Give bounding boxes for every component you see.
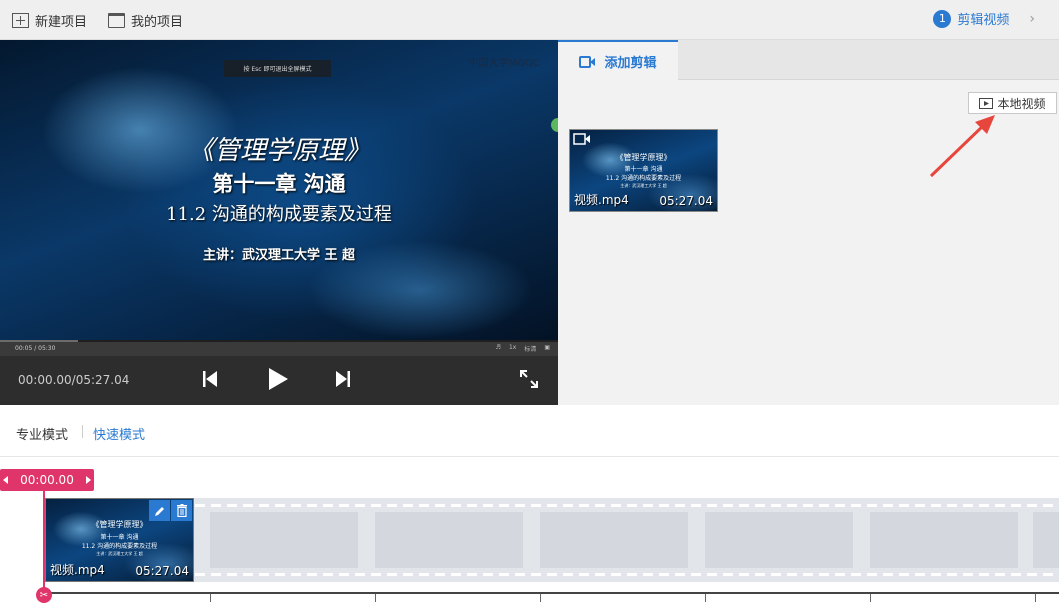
folder-icon xyxy=(108,12,125,28)
local-video-label: 本地视频 xyxy=(997,96,1046,111)
chevron-right-icon: › xyxy=(1029,10,1035,27)
ruler-tick xyxy=(375,594,376,602)
video-title-line-3: 11.2 沟通的构成要素及过程 xyxy=(166,204,392,225)
ruler-tick xyxy=(1035,594,1036,602)
playhead[interactable] xyxy=(43,491,45,591)
timecode: 00:00.00 xyxy=(20,473,74,487)
timeline-clip-mini-sub1: 第十一章 沟通 xyxy=(100,534,139,541)
tab-add-clip[interactable]: 添加剪辑 xyxy=(558,40,678,81)
empty-slot xyxy=(210,512,358,568)
add-icon xyxy=(12,12,29,28)
ruler-tick xyxy=(540,594,541,602)
clip-duration: 05:27.04 xyxy=(659,194,713,208)
clip-mini-sub3: 主讲：武汉理工大学 王 超 xyxy=(620,183,667,188)
clip-panel: 添加剪辑 本地视频 《管理学原理》 第十一章 沟通 11.2 沟通的构成要素及过… xyxy=(558,40,1059,405)
video-title-line-2: 第十一章 沟通 xyxy=(212,171,346,196)
embedded-quality: 标清 xyxy=(524,346,537,353)
mode-divider xyxy=(82,425,83,438)
film-holes-bottom xyxy=(195,573,1059,576)
video-player: 按 Esc 即可退出全屏模式 中国大学MOOC 《管理学原理》 第十一章 沟通 … xyxy=(0,40,558,405)
watermark: 中国大学MOOC xyxy=(468,58,540,69)
empty-slot xyxy=(375,512,523,568)
timeline-track[interactable] xyxy=(45,498,1059,582)
empty-slot xyxy=(870,512,1018,568)
next-icon[interactable] xyxy=(336,370,350,388)
annotation-arrow-icon xyxy=(929,115,995,178)
video-title-line-4: 主讲：武汉理工大学 王 超 xyxy=(202,248,356,263)
play-icon[interactable] xyxy=(268,368,288,390)
step-indicator[interactable]: 1 剪辑视频 › xyxy=(933,9,1035,28)
timecode-marker[interactable]: 00:00.00 xyxy=(0,469,94,491)
clip-mini-sub2: 11.2 沟通的构成要素及过程 xyxy=(605,175,682,182)
embedded-volume-icon: ♬ xyxy=(495,344,501,351)
timeline-clip[interactable]: 《管理学原理》 第十一章 沟通 11.2 沟通的构成要素及过程 主讲：武汉理工大… xyxy=(45,498,194,582)
local-video-button[interactable]: 本地视频 xyxy=(968,92,1057,114)
embedded-speed: 1x xyxy=(508,344,517,351)
clip-mini-title: 《管理学原理》 xyxy=(615,153,672,162)
empty-slot xyxy=(705,512,853,568)
clip-actions xyxy=(149,500,192,521)
empty-slot xyxy=(1033,512,1059,568)
ruler-tick xyxy=(705,594,706,602)
play-box-icon xyxy=(979,97,994,109)
fullscreen-icon[interactable] xyxy=(520,370,538,388)
embedded-time: 00:05 / 05:30 xyxy=(15,345,56,352)
tab-add-clip-label: 添加剪辑 xyxy=(604,56,657,71)
film-holes-top xyxy=(195,504,1059,507)
timeline-clip-duration: 05:27.04 xyxy=(135,564,189,578)
embedded-fullscreen-icon: ▣ xyxy=(544,344,550,351)
edit-button[interactable] xyxy=(149,500,170,521)
video-camera-icon xyxy=(573,133,590,145)
embedded-progress-fill xyxy=(0,340,78,342)
ruler-tick xyxy=(870,594,871,602)
my-projects-label: 我的项目 xyxy=(131,14,184,30)
clip-mini-sub1: 第十一章 沟通 xyxy=(624,166,663,173)
video-frame[interactable]: 按 Esc 即可退出全屏模式 中国大学MOOC 《管理学原理》 第十一章 沟通 … xyxy=(0,40,558,340)
trash-icon xyxy=(176,504,187,517)
scissors-icon[interactable]: ✂ xyxy=(36,587,52,603)
previous-icon[interactable] xyxy=(203,370,217,388)
mode-bar: 专业模式 快速模式 xyxy=(0,405,1059,457)
video-camera-icon xyxy=(579,55,596,68)
caret-right-icon[interactable] xyxy=(86,476,91,484)
embedded-progress-bar: 00:05 / 05:30 ♬ 1x 标清 ▣ xyxy=(0,340,558,356)
timeline-clip-mini-sub3: 主讲：武汉理工大学 王 超 xyxy=(96,551,143,556)
caret-left-icon[interactable] xyxy=(3,476,8,484)
panel-tabs: 添加剪辑 xyxy=(558,40,1059,81)
empty-slot xyxy=(540,512,688,568)
timeline-clip-mini-sub2: 11.2 沟通的构成要素及过程 xyxy=(81,543,158,550)
embedded-controls: ♬ 1x 标清 ▣ xyxy=(496,344,550,353)
pencil-icon xyxy=(154,506,164,516)
mode-pro[interactable]: 专业模式 xyxy=(16,424,68,443)
step-number-badge: 1 xyxy=(933,9,952,28)
player-controls: 00:00.00/05:27.04 xyxy=(0,356,558,405)
step-label: 剪辑视频 xyxy=(957,13,1010,28)
mode-fast[interactable]: 快速模式 xyxy=(93,424,145,443)
top-toolbar: 新建项目 我的项目 1 剪辑视频 › xyxy=(0,0,1059,40)
delete-button[interactable] xyxy=(171,500,192,521)
clip-name: 视频.mp4 xyxy=(574,193,629,207)
time-display: 00:00.00/05:27.04 xyxy=(18,373,130,387)
esc-hint: 按 Esc 即可退出全屏模式 xyxy=(224,60,331,77)
timeline-clip-name: 视频.mp4 xyxy=(50,563,105,577)
new-project-label: 新建项目 xyxy=(35,14,88,30)
media-clip-thumbnail[interactable]: 《管理学原理》 第十一章 沟通 11.2 沟通的构成要素及过程 主讲：武汉理工大… xyxy=(569,129,718,212)
new-project-button[interactable]: 新建项目 xyxy=(12,10,87,30)
timeline: 《管理学原理》 第十一章 沟通 11.2 沟通的构成要素及过程 主讲：武汉理工大… xyxy=(0,458,1059,606)
ruler-tick xyxy=(210,594,211,602)
my-projects-button[interactable]: 我的项目 xyxy=(108,10,183,30)
timeline-ruler xyxy=(45,592,1059,594)
video-title-line-1: 《管理学原理》 xyxy=(187,136,370,166)
